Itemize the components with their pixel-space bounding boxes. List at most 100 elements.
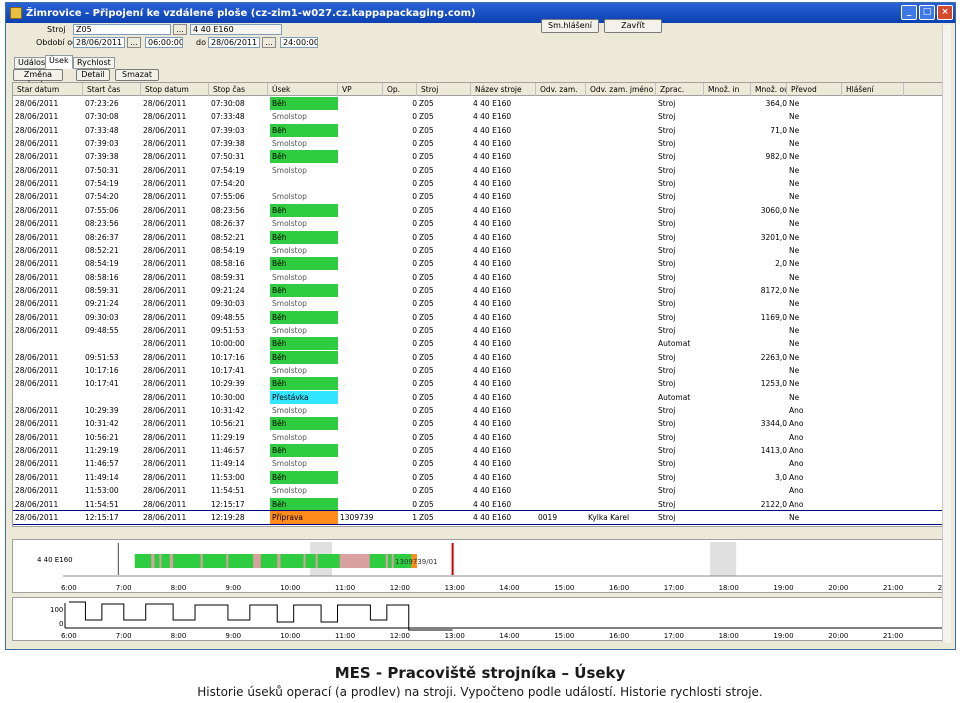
- table-cell: Běh: [270, 444, 338, 458]
- table-row[interactable]: 28/06/2011 10:30:00 Přestávka 0 Z05 4 40 E160…: [13, 390, 949, 404]
- table-row[interactable]: 28/06/2011 11:54:51 28/06/2011 12:15:17 Běh 0…: [13, 497, 949, 511]
- table-cell: 12:19:28: [211, 512, 245, 522]
- column-header[interactable]: VP: [340, 83, 383, 96]
- table-cell: 11:46:57: [85, 459, 119, 469]
- table-row[interactable]: 28/06/2011 07:33:48 28/06/2011 07:39:03 Běh 0…: [13, 123, 949, 137]
- table-row[interactable]: 28/06/2011 07:30:08 28/06/2011 07:33:48 Smol…: [13, 110, 949, 123]
- timeline-tick-label: 11:00: [335, 584, 355, 592]
- zavrit-button[interactable]: Zavřít: [604, 19, 662, 33]
- table-row[interactable]: 28/06/2011 07:39:03 28/06/2011 07:39:38 Smol…: [13, 137, 949, 150]
- table-cell: [844, 257, 904, 270]
- speed-chart[interactable]: 100 0 6:00 7:00 8:00 9:00 10:00 11:00 12:00 13:…: [12, 597, 950, 641]
- table-cell: [706, 324, 751, 337]
- tab-usek[interactable]: Úsek: [45, 55, 73, 69]
- column-header[interactable]: Název stroje: [473, 83, 536, 96]
- smazat-button[interactable]: Smazat: [115, 69, 159, 81]
- table-row[interactable]: 28/06/2011 11:46:57 28/06/2011 11:49:14 Smol…: [13, 457, 949, 470]
- table-row[interactable]: 28/06/2011 10:17:16 28/06/2011 10:17:41 Smol…: [13, 364, 949, 377]
- table-row[interactable]: 28/06/2011 08:59:31 28/06/2011 09:21:24 Běh 0…: [13, 283, 949, 297]
- table-row[interactable]: 28/06/2011 07:54:20 28/06/2011 07:55:06 Smol…: [13, 190, 949, 203]
- table-row[interactable]: 28/06/2011 09:48:55 28/06/2011 09:51:53 Smol…: [13, 324, 949, 337]
- timeline-stop-segment: [391, 554, 394, 568]
- table-row[interactable]: 28/06/2011 07:39:38 28/06/2011 07:50:31 Běh 0…: [13, 150, 949, 164]
- column-header[interactable]: Zprac.: [658, 83, 704, 96]
- table-row[interactable]: 28/06/2011 07:55:06 28/06/2011 08:23:56 Běh 0…: [13, 203, 949, 217]
- table-cell: Z05: [419, 486, 434, 496]
- table-row[interactable]: 28/06/2011 08:23:56 28/06/2011 08:26:37 Smol…: [13, 217, 949, 230]
- table-cell: 28/06/2011: [15, 512, 59, 522]
- table-cell: 28/06/2011: [143, 472, 187, 482]
- column-header[interactable]: Hlášení: [844, 83, 904, 96]
- do-date-input[interactable]: 28/06/2011: [208, 37, 260, 48]
- sm-hlaseni-button[interactable]: Sm.hlášení: [541, 19, 599, 33]
- table-row[interactable]: 28/06/2011 09:21:24 28/06/2011 09:30:03 Smol…: [13, 297, 949, 310]
- table-row[interactable]: 28/06/2011 08:58:16 28/06/2011 08:59:31 Smol…: [13, 271, 949, 284]
- table-row[interactable]: 28/06/2011 08:26:37 28/06/2011 08:52:21 Běh 0…: [13, 230, 949, 244]
- column-header[interactable]: Odv. zam.: [538, 83, 586, 96]
- table-cell: 28/06/2011: [143, 406, 187, 416]
- column-header[interactable]: Stroj: [419, 83, 471, 96]
- table-row[interactable]: 28/06/2011 11:49:14 28/06/2011 11:53:00 Běh 0…: [13, 470, 949, 484]
- zmena-useku-button[interactable]: Změna úseku: [13, 69, 63, 89]
- table-row[interactable]: 28/06/2011 10:29:39 28/06/2011 10:31:42 Smol…: [13, 404, 949, 417]
- usek-table[interactable]: Star datum Start čas Stop datum Stop čas Úse…: [12, 82, 950, 527]
- table-cell: [15, 391, 83, 404]
- table-row[interactable]: 28/06/2011 10:00:00 Běh 0 Z05 4 40 E160 Automa…: [13, 337, 949, 351]
- detail-button[interactable]: Detail: [76, 69, 110, 81]
- table-row[interactable]: 28/06/2011 08:54:19 28/06/2011 08:58:16 Běh 0…: [13, 257, 949, 271]
- table-row[interactable]: 28/06/2011 09:51:53 28/06/2011 10:17:16 Běh 0…: [13, 350, 949, 364]
- column-header[interactable]: Op.: [385, 83, 417, 96]
- table-row[interactable]: 28/06/2011 08:52:21 28/06/2011 08:54:19 Smol…: [13, 244, 949, 257]
- table-cell: Stroj: [658, 245, 676, 255]
- usek-timeline[interactable]: 4 40 E160 1309739/01 6:00 7:00 8:00 9:00 10:0…: [12, 539, 950, 593]
- table-row[interactable]: 28/06/2011 11:29:19 28/06/2011 11:46:57 Běh 0…: [13, 444, 949, 458]
- table-cell: 4 40 E160: [473, 299, 512, 309]
- table-cell: Z05: [419, 152, 434, 162]
- table-cell: [844, 150, 904, 163]
- speed-tick-label: 13:00: [445, 632, 465, 640]
- column-header[interactable]: Stop čas: [211, 83, 268, 96]
- table-row[interactable]: 28/06/2011 09:30:03 28/06/2011 09:48:55 Běh 0…: [13, 310, 949, 324]
- close-button[interactable]: ×: [937, 5, 953, 20]
- slide: { "window": { "title": "Žimrovice - Přip…: [0, 0, 960, 703]
- timeline-tick-label: 6:00: [61, 584, 77, 592]
- column-header[interactable]: Úsek: [270, 83, 338, 96]
- do-time-input[interactable]: 24:00:00: [280, 37, 318, 48]
- stroj-lookup-button[interactable]: ...: [173, 24, 187, 35]
- column-header[interactable]: Start čas: [85, 83, 141, 96]
- table-row[interactable]: 28/06/2011 11:53:00 28/06/2011 11:54:51 Smol…: [13, 484, 949, 497]
- table-row[interactable]: 28/06/2011 12:15:17 28/06/2011 12:19:28 Příp…: [13, 509, 949, 526]
- table-cell: [340, 137, 383, 150]
- do-date-button[interactable]: ...: [262, 37, 276, 48]
- maximize-button[interactable]: □: [919, 5, 935, 20]
- table-cell: [706, 124, 751, 137]
- od-date-input[interactable]: 28/06/2011: [73, 37, 125, 48]
- table-row[interactable]: 28/06/2011 10:56:21 28/06/2011 11:29:19 Smol…: [13, 431, 949, 444]
- od-time-input[interactable]: 06:00:00: [145, 37, 183, 48]
- vertical-scrollbar[interactable]: [942, 25, 951, 643]
- column-header[interactable]: Převod: [789, 83, 842, 96]
- column-header[interactable]: Množ. out: [753, 83, 787, 96]
- timeline-tick-label: 16:00: [609, 584, 629, 592]
- table-row[interactable]: 28/06/2011 07:50:31 28/06/2011 07:54:19 Smol…: [13, 164, 949, 177]
- table-row[interactable]: 28/06/2011 07:23:26 28/06/2011 07:30:08 Běh 0…: [13, 97, 949, 110]
- od-date-button[interactable]: ...: [127, 37, 141, 48]
- speed-tick-label: 9:00: [225, 632, 241, 640]
- stroj-input[interactable]: Z05: [73, 24, 171, 35]
- column-header[interactable]: Množ. in: [706, 83, 751, 96]
- minimize-button[interactable]: _: [901, 5, 917, 20]
- timeline-stop-segment: [159, 554, 162, 568]
- tab-rychlost[interactable]: Rychlost: [73, 57, 115, 69]
- table-row[interactable]: 28/06/2011 10:17:41 28/06/2011 10:29:39 Běh 0…: [13, 377, 949, 391]
- column-header[interactable]: Stop datum: [143, 83, 209, 96]
- column-header[interactable]: Odv. zam. jméno zam.: [588, 83, 656, 96]
- timeline-stop-segment: [339, 554, 370, 568]
- table-cell: [753, 137, 787, 150]
- table-cell: Z05: [419, 339, 434, 349]
- table-row[interactable]: 28/06/2011 10:31:42 28/06/2011 10:56:21 Běh 0…: [13, 417, 949, 431]
- table-row[interactable]: 28/06/2011 07:54:19 28/06/2011 07:54:20 0 Z05…: [13, 177, 949, 190]
- window-titlebar[interactable]: Žimrovice - Připojení ke vzdálené ploše …: [6, 3, 955, 23]
- column-header[interactable]: Star datum: [15, 83, 83, 96]
- table-cell: 11:53:00: [211, 472, 245, 482]
- table-cell: [753, 404, 787, 417]
